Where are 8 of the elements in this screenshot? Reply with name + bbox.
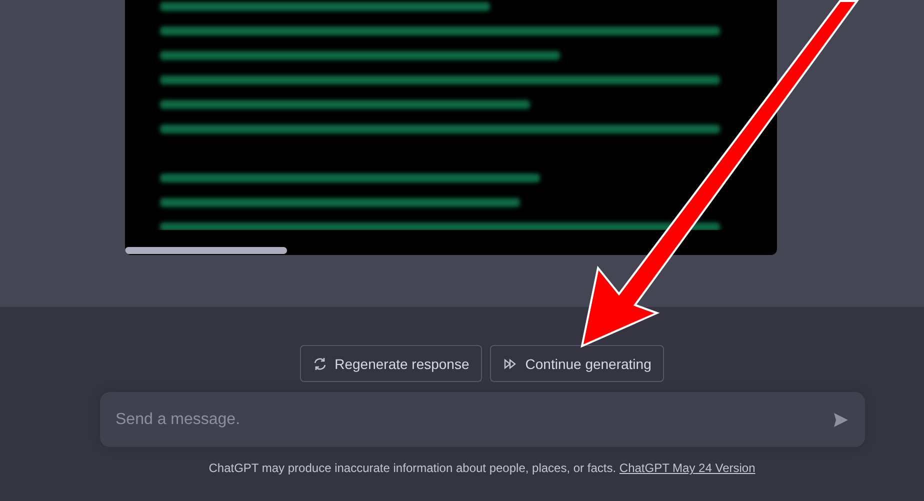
continue-button[interactable]: Continue generating	[490, 345, 664, 382]
version-link[interactable]: ChatGPT May 24 Version	[619, 461, 756, 475]
disclaimer-text: ChatGPT may produce inaccurate information about people, places, or facts. ChatGPT May 24 Version	[208, 461, 756, 475]
scrollbar-thumb[interactable]	[124, 247, 286, 254]
send-icon[interactable]	[832, 412, 848, 428]
fast-forward-icon	[503, 356, 518, 370]
regenerate-button[interactable]: Regenerate response	[300, 345, 482, 382]
regenerate-icon	[312, 356, 327, 370]
